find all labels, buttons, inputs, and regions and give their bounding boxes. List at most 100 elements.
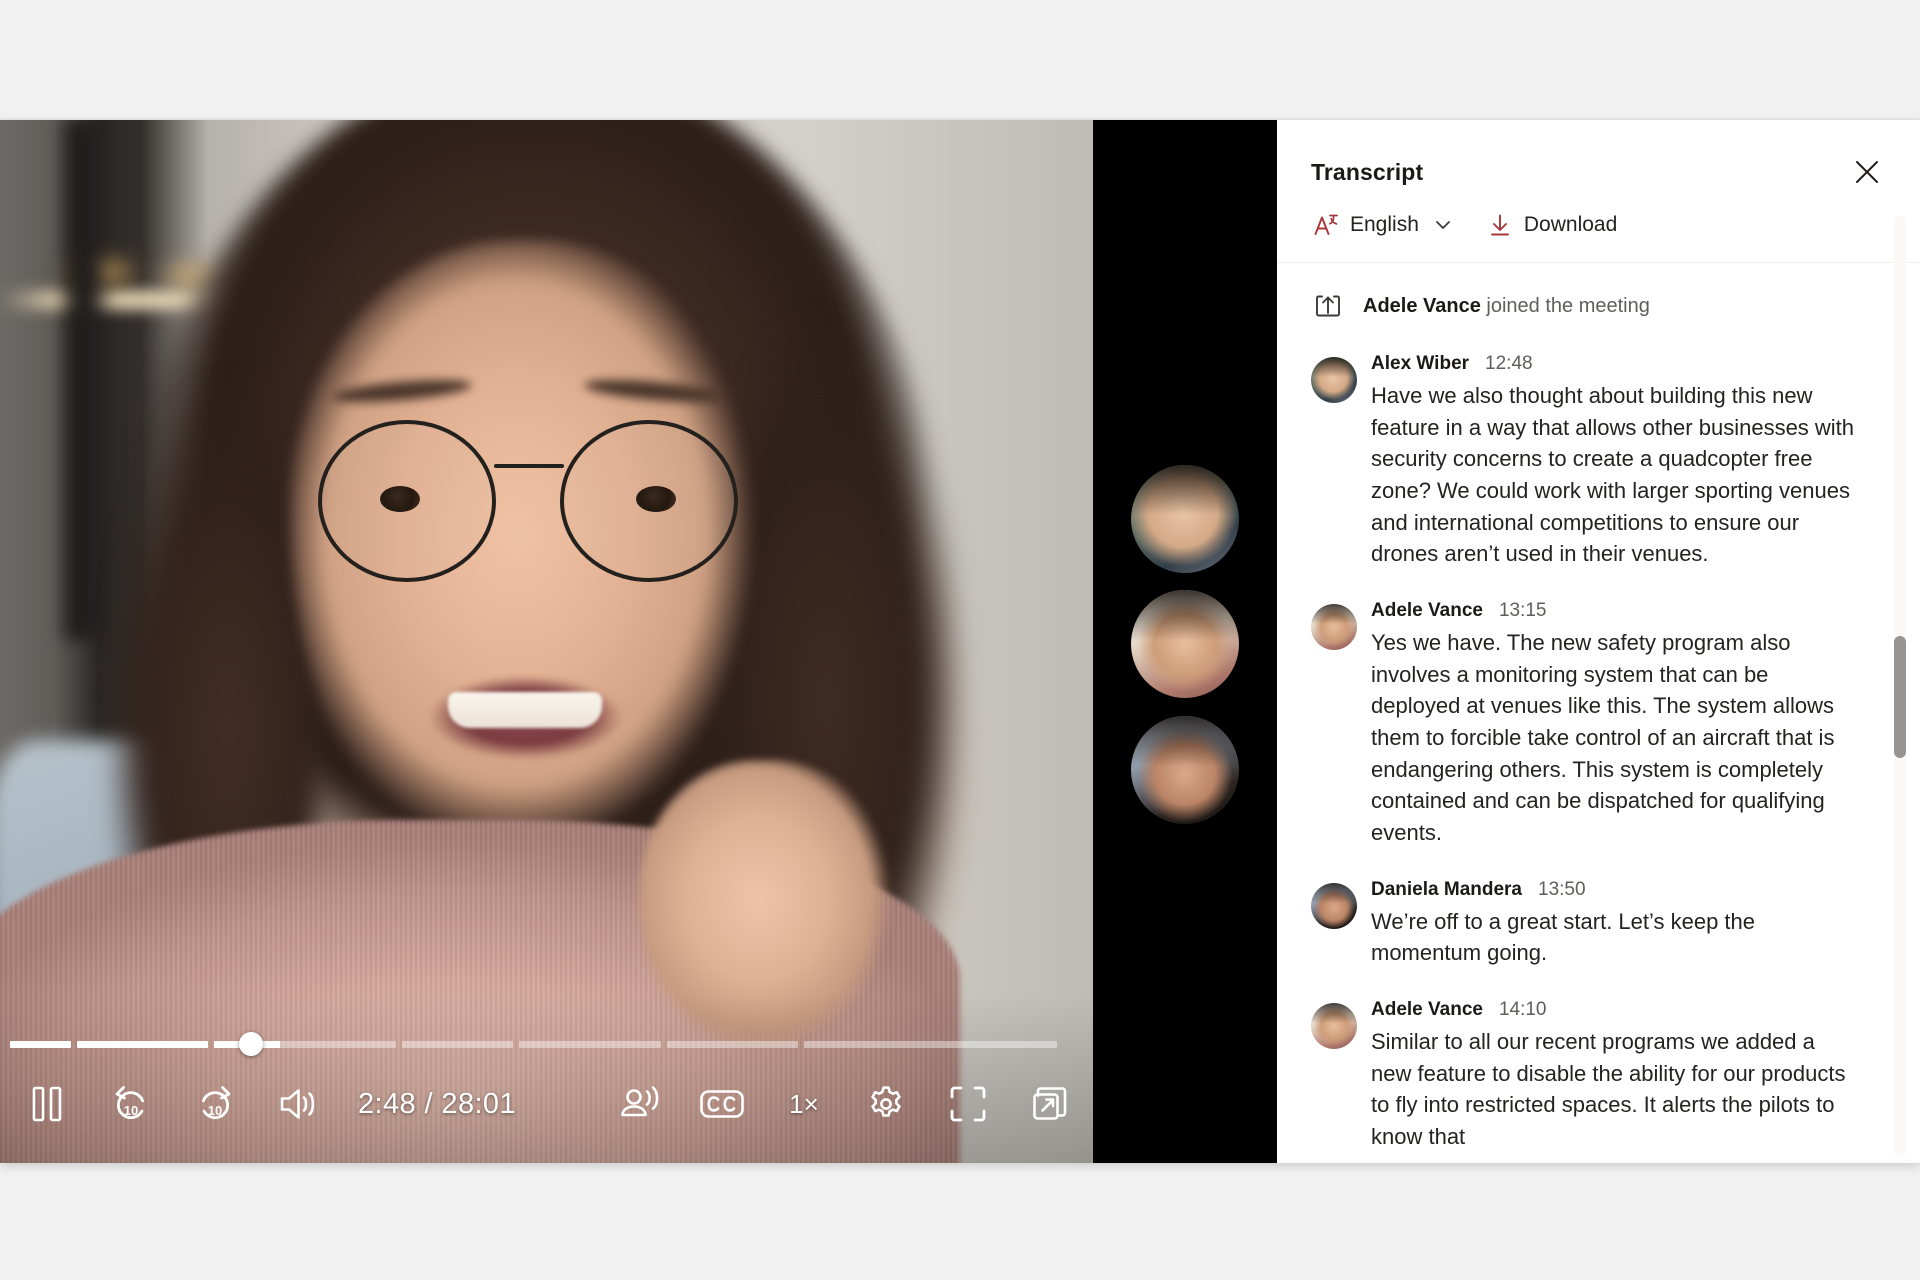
progress-chapter-2[interactable] — [76, 1040, 209, 1048]
background-post — [55, 120, 113, 640]
volume-icon — [280, 1089, 315, 1119]
pause-icon — [32, 1086, 62, 1122]
avatar — [1311, 882, 1357, 929]
rewind-10-button[interactable]: 10 — [102, 1075, 160, 1133]
transcript-entry-body: Daniela Mandera 13:50 We’re off to a great… — [1371, 879, 1860, 969]
participant-tile-shade — [1131, 716, 1239, 766]
speaker-hands — [640, 760, 900, 1050]
transcript-entry-meta: Alex Wiber 12:48 — [1371, 353, 1860, 375]
glasses-lens-left — [318, 375, 496, 582]
glasses-bridge — [494, 464, 564, 468]
chevron-down-icon — [1433, 215, 1453, 235]
speaker-view-icon — [621, 1086, 659, 1117]
participant-tile-daniela-mandera[interactable] — [1131, 716, 1239, 824]
transcript-scrollbar[interactable] — [1894, 216, 1906, 1157]
avatar — [1311, 1003, 1357, 1050]
forward-10-button[interactable]: 10 — [186, 1075, 244, 1133]
download-icon — [1490, 214, 1509, 236]
transcript-system-speaker: Adele Vance — [1363, 294, 1481, 317]
download-transcript-button[interactable]: Download — [1485, 208, 1619, 242]
joined-meeting-icon — [1311, 289, 1345, 323]
transcript-entry-body: Alex Wiber 12:48 Have we also thought abou… — [1371, 353, 1860, 570]
control-bar-right: 1× — [611, 1075, 1079, 1133]
transcript-system-action: joined the meeting — [1486, 294, 1650, 317]
transcript-panel: Transcript English Download Adele Vance … — [1277, 120, 1920, 1163]
transcript-speaker-name: Adele Vance — [1371, 999, 1483, 1021]
volume-button[interactable] — [270, 1075, 328, 1133]
transcript-entry-body: Adele Vance 13:15 Yes we have. The new saf… — [1371, 600, 1860, 849]
forward-10-icon: 10 — [201, 1086, 231, 1120]
video-stage[interactable]: 10 10 2:48 / 28:01 1× — [0, 120, 1093, 1163]
transcript-timestamp: 14:10 — [1498, 999, 1547, 1021]
eye-right — [636, 486, 676, 512]
transcript-entry[interactable]: Alex Wiber 12:48 Have we also thought abou… — [1311, 353, 1860, 570]
rewind-10-icon: 10 — [115, 1086, 145, 1120]
speaker-view-button[interactable] — [611, 1075, 669, 1133]
transcript-timestamp: 13:15 — [1498, 600, 1547, 622]
captions-button[interactable] — [693, 1075, 751, 1133]
progress-chapter-7[interactable] — [804, 1040, 1058, 1048]
transcript-title: Transcript — [1311, 158, 1424, 185]
playback-speed-button[interactable]: 1× — [775, 1075, 833, 1133]
speaker-teeth — [448, 692, 602, 728]
participant-gallery — [1093, 120, 1277, 1163]
language-label: English — [1350, 213, 1419, 236]
fullscreen-button[interactable] — [939, 1075, 997, 1133]
language-selector[interactable]: English — [1311, 208, 1455, 242]
pause-button[interactable] — [18, 1075, 76, 1133]
transcript-entry-text: Have we also thought about building this… — [1371, 383, 1855, 567]
progress-chapter-5[interactable] — [519, 1040, 661, 1048]
video-transcript-page: 10 10 2:48 / 28:01 1× Transcript English… — [0, 0, 1920, 1280]
avatar — [1311, 357, 1357, 403]
cc-icon — [700, 1090, 744, 1118]
transcript-speaker-name: Alex Wiber — [1371, 353, 1470, 374]
progress-chapter-1[interactable] — [10, 1040, 71, 1048]
speaker-glasses — [318, 375, 738, 585]
transcript-list[interactable]: Adele Vance joined the meeting Alex Wiber… — [1277, 263, 1920, 1163]
progress-track[interactable] — [10, 1040, 1058, 1048]
video-frame-image — [0, 120, 1093, 1163]
transcript-timestamp: 13:50 — [1538, 878, 1586, 900]
participant-tile-alex-wiber[interactable] — [1131, 465, 1239, 573]
progress-playhead[interactable] — [238, 1032, 263, 1056]
progress-chapter-fill — [10, 1040, 71, 1048]
time-display: 2:48 / 28:01 — [358, 1087, 516, 1120]
participant-tile-shade — [1131, 465, 1239, 515]
transcript-entry-text: Yes we have. The new safety program also… — [1371, 630, 1835, 846]
transcript-speaker-name: Daniela Mandera — [1371, 878, 1522, 900]
progress-chapter-6[interactable] — [666, 1040, 799, 1048]
transcript-timestamp: 12:48 — [1485, 353, 1533, 374]
popout-icon — [1033, 1087, 1067, 1120]
translate-icon — [1314, 214, 1338, 235]
transcript-entry[interactable]: Adele Vance 13:15 Yes we have. The new saf… — [1311, 600, 1860, 849]
control-bar: 10 10 2:48 / 28:01 1× — [0, 1067, 1093, 1141]
close-transcript-button[interactable] — [1844, 149, 1890, 195]
progress-bar[interactable] — [10, 1032, 1058, 1056]
svg-text:10: 10 — [124, 1103, 138, 1118]
transcript-entry[interactable]: Adele Vance 14:10 Similar to all our recen… — [1311, 999, 1860, 1153]
gear-icon — [871, 1086, 901, 1117]
progress-chapter-fill — [76, 1040, 209, 1048]
transcript-entry-meta: Adele Vance 13:15 — [1371, 600, 1860, 622]
download-label: Download — [1523, 213, 1618, 236]
transcript-entry-text: We’re off to a great start. Let’s keep t… — [1371, 908, 1756, 966]
control-bar-left: 10 10 2:48 / 28:01 — [18, 1075, 516, 1133]
eye-left — [380, 486, 420, 512]
participant-tile-adele-vance[interactable] — [1131, 590, 1239, 698]
participant-tile-shade — [1131, 590, 1239, 640]
transcript-system-entry: Adele Vance joined the meeting — [1311, 289, 1860, 323]
transcript-entry-text: Similar to all our recent programs we ad… — [1371, 1029, 1846, 1150]
popout-button[interactable] — [1021, 1075, 1079, 1133]
transcript-entry-body: Adele Vance 14:10 Similar to all our recen… — [1371, 999, 1860, 1153]
progress-chapter-4[interactable] — [402, 1040, 514, 1048]
transcript-entry-meta: Adele Vance 14:10 — [1371, 999, 1860, 1021]
video-player-shell: 10 10 2:48 / 28:01 1× Transcript English… — [0, 120, 1920, 1163]
playback-speed-label: 1× — [789, 1088, 819, 1119]
transcript-entry-meta: Daniela Mandera 13:50 — [1371, 879, 1860, 901]
settings-button[interactable] — [857, 1075, 915, 1133]
close-icon — [1856, 161, 1878, 183]
transcript-system-text: Adele Vance joined the meeting — [1363, 295, 1650, 318]
transcript-entry[interactable]: Daniela Mandera 13:50 We’re off to a great… — [1311, 879, 1860, 969]
transcript-scrollbar-thumb[interactable] — [1894, 636, 1906, 758]
fullscreen-icon — [950, 1086, 986, 1122]
